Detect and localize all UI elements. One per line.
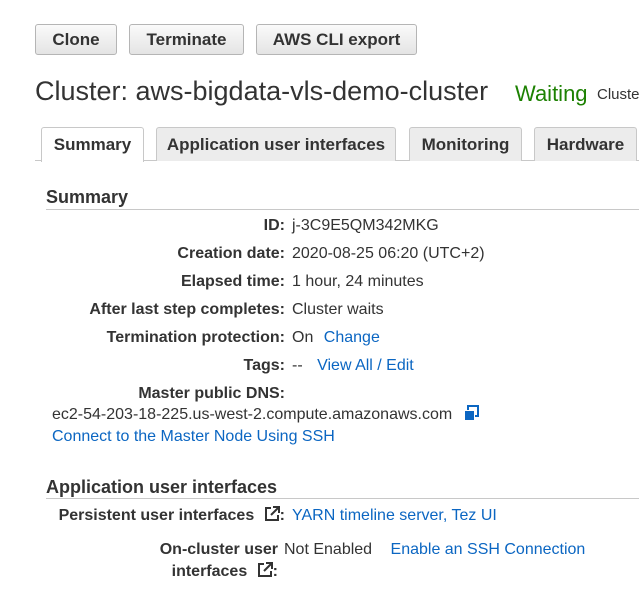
external-link-icon [257,562,273,578]
link-separator: , [442,507,448,524]
change-termination-link[interactable]: Change [324,329,380,346]
status-badge: Waiting [515,81,588,106]
termination-protection-label: Termination protection: [106,329,285,346]
creation-date-label: Creation date: [177,245,285,262]
terminate-button[interactable]: Terminate [129,24,244,55]
tags-label: Tags: [243,357,285,374]
tab-hardware[interactable]: Hardware [534,127,637,161]
page-title: Cluster: aws-bigdata-vls-demo-cluster [35,76,489,106]
on-cluster-user-interfaces-label-line2: interfaces : [171,562,278,581]
on-cluster-label-text: interfaces [171,563,248,580]
connect-ssh-link[interactable]: Connect to the Master Node Using SSH [52,428,335,446]
status-detail: Cluste [597,86,639,103]
master-public-dns-label: Master public DNS: [138,385,285,402]
view-all-edit-tags-link[interactable]: View All / Edit [317,357,414,374]
section-divider [46,209,639,210]
persistent-user-interfaces-value: YARN timeline server, Tez UI [292,507,497,525]
tags-value: -- View All / Edit [292,357,414,375]
id-label: ID: [263,217,285,234]
id-value: j-3C9E5QM342MKG [292,217,439,234]
aws-cli-export-button[interactable]: AWS CLI export [256,24,417,55]
on-cluster-label-colon: : [272,563,278,580]
tab-application-user-interfaces[interactable]: Application user interfaces [156,127,396,161]
termination-protection-value: On Change [292,329,380,347]
yarn-timeline-server-link[interactable]: YARN timeline server [292,507,443,524]
external-link-icon [264,506,280,522]
tab-summary[interactable]: Summary [41,127,144,162]
summary-heading: Summary [46,187,129,207]
after-last-step-label: After last step completes: [89,301,285,318]
on-cluster-status: Not Enabled [284,541,373,558]
creation-date-value: 2020-08-25 06:20 (UTC+2) [292,245,485,262]
master-public-dns-row: ec2-54-203-18-225.us-west-2.compute.amaz… [52,404,480,424]
application-user-interfaces-heading: Application user interfaces [46,477,278,497]
elapsed-time-value: 1 hour, 24 minutes [292,273,424,290]
after-last-step-value: Cluster waits [292,301,384,318]
termination-protection-state: On [292,329,314,346]
persistent-user-interfaces-label: Persistent user interfaces : [58,506,285,525]
master-public-dns-value: ec2-54-203-18-225.us-west-2.compute.amaz… [52,406,453,423]
enable-ssh-connection-link[interactable]: Enable an SSH Connection [391,541,586,558]
tab-monitoring[interactable]: Monitoring [409,127,522,161]
tags-empty-value: -- [292,357,303,374]
on-cluster-user-interfaces-label-line1: On-cluster user [159,541,278,558]
copy-icon[interactable] [463,404,480,422]
on-cluster-user-interfaces-value: Not Enabled Enable an SSH Connection [284,541,585,559]
elapsed-time-label: Elapsed time: [180,273,285,290]
tez-ui-link[interactable]: Tez UI [451,507,496,524]
persistent-label-text: Persistent user interfaces [58,507,255,524]
clone-button[interactable]: Clone [35,24,117,55]
persistent-label-colon: : [279,507,285,524]
section-divider [46,498,639,499]
